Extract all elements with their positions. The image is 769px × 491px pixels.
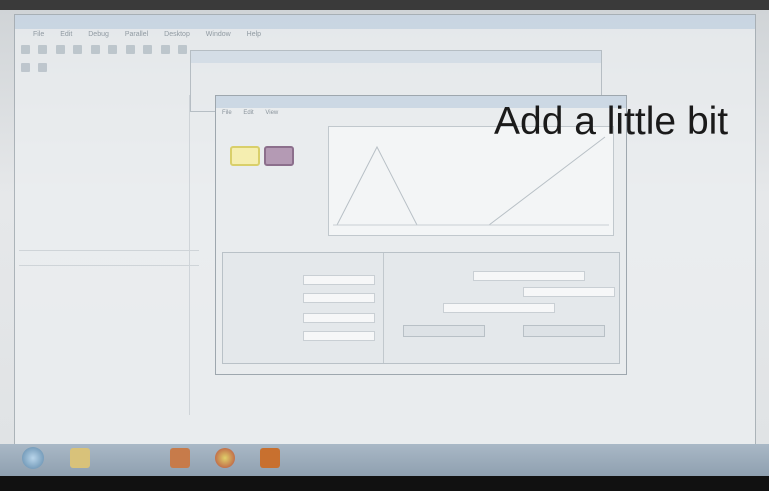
- up-folder-icon[interactable]: [38, 63, 48, 72]
- cut-icon[interactable]: [55, 45, 65, 54]
- matlab-icon[interactable]: [260, 448, 280, 468]
- bottom-bezel: [0, 476, 769, 491]
- help-button[interactable]: [403, 325, 485, 337]
- projected-screen: File Edit Debug Parallel Desktop Window …: [0, 0, 769, 491]
- simulink-icon[interactable]: [143, 45, 153, 54]
- chrome-icon[interactable]: [215, 448, 235, 468]
- divider: [19, 250, 199, 251]
- range-field[interactable]: [303, 313, 375, 323]
- start-button[interactable]: [22, 447, 44, 469]
- output-variable-box[interactable]: [264, 146, 294, 166]
- status-bar: [222, 352, 622, 362]
- current-folder-panel: [19, 95, 190, 415]
- redo-icon[interactable]: [125, 45, 135, 54]
- explorer-icon[interactable]: [70, 448, 90, 468]
- fis-properties-left: [223, 253, 384, 363]
- menu-parallel[interactable]: Parallel: [125, 31, 148, 38]
- fis-menu-edit[interactable]: Edit: [243, 110, 253, 116]
- main-toolbar: [19, 43, 194, 83]
- overlay-caption: Add a little bit: [494, 100, 729, 143]
- fis-menu-file[interactable]: File: [222, 110, 232, 116]
- undo-icon[interactable]: [108, 45, 118, 54]
- close-button[interactable]: [523, 325, 605, 337]
- menu-edit[interactable]: Edit: [60, 31, 72, 38]
- app-title-bar: [15, 15, 755, 29]
- fis-properties-panel: [222, 252, 620, 364]
- top-bezel: [0, 0, 769, 10]
- shortcut-icon[interactable]: [178, 45, 188, 54]
- paste-icon[interactable]: [90, 45, 100, 54]
- background-window-title: [191, 51, 601, 63]
- copy-icon[interactable]: [73, 45, 83, 54]
- mf-type-field[interactable]: [523, 287, 615, 297]
- triangle-mf-curve: [336, 145, 418, 226]
- open-icon[interactable]: [38, 45, 48, 54]
- media-icon[interactable]: [170, 448, 190, 468]
- ramp-mf-curve: [413, 136, 606, 226]
- taskbar: [0, 444, 769, 476]
- folder-icon[interactable]: [21, 63, 30, 72]
- display-range-field[interactable]: [303, 331, 375, 341]
- params-field[interactable]: [443, 303, 555, 313]
- input-variable-box[interactable]: [230, 146, 260, 166]
- menu-window[interactable]: Window: [206, 31, 231, 38]
- type-field[interactable]: [303, 293, 375, 303]
- help-icon[interactable]: [160, 45, 170, 54]
- app-menu-bar: File Edit Debug Parallel Desktop Window …: [15, 29, 755, 41]
- name-field[interactable]: [303, 275, 375, 285]
- menu-help[interactable]: Help: [247, 31, 261, 38]
- new-file-icon[interactable]: [21, 45, 30, 54]
- divider: [19, 265, 199, 266]
- fis-variables-panel: [226, 124, 321, 214]
- menu-debug[interactable]: Debug: [88, 31, 109, 38]
- menu-file[interactable]: File: [33, 31, 44, 38]
- fis-menu-view[interactable]: View: [265, 110, 278, 116]
- mf-name-field[interactable]: [473, 271, 585, 281]
- menu-desktop[interactable]: Desktop: [164, 31, 190, 38]
